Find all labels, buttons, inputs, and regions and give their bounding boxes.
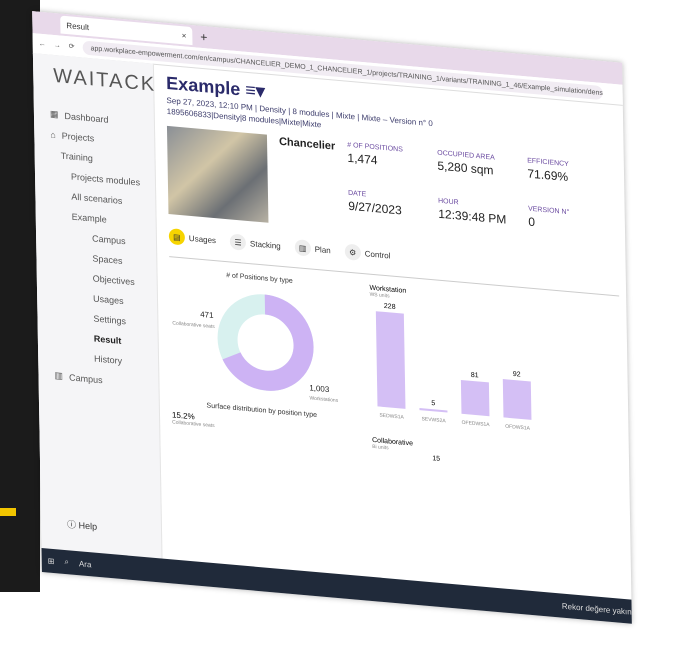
- sidebar-item-label: Spaces: [92, 253, 123, 267]
- campus-icon: ▥: [54, 370, 64, 381]
- donut-label-ws-value: 1,003: [309, 383, 330, 394]
- sidebar-item-label: History: [94, 353, 123, 367]
- bar-chart: Workstation WS units 228 SEDWS1A 5 SEVWS2A 8…: [369, 285, 552, 473]
- stat: DATE 9/27/2023: [348, 190, 439, 238]
- help-icon: ⓘ: [66, 519, 77, 531]
- bar-category-label: SEVWS2A: [422, 416, 447, 424]
- donut-label-collab-name: Collaborative seats: [172, 320, 215, 330]
- tab-label: Control: [364, 248, 391, 261]
- stat: HOUR 12:39:48 PM: [438, 198, 529, 246]
- tab-label: Usages: [188, 233, 217, 245]
- bar-value-label: 5: [431, 400, 435, 407]
- bar: [502, 379, 532, 420]
- forward-icon[interactable]: →: [54, 41, 61, 49]
- bar-category-label: SEDWS1A: [379, 413, 404, 421]
- dashboard-icon: ▦: [49, 108, 59, 120]
- donut-label-ws-name: Workstations: [309, 395, 338, 404]
- sidebar-item-label: Campus: [68, 371, 103, 385]
- new-tab-icon[interactable]: +: [200, 30, 207, 45]
- app: WAITACK ▦ Dashboard ⌂ Projects Training Pr…: [32, 53, 632, 600]
- donut-chart: # of Positions by type 471 Collaborative…: [169, 267, 352, 455]
- decor: [0, 508, 16, 516]
- back-icon[interactable]: ←: [39, 40, 46, 48]
- usages-icon: ▤: [168, 228, 186, 246]
- bar-value-label: 228: [384, 303, 396, 311]
- control-icon: ⚙: [344, 243, 361, 261]
- tab-title: Result: [66, 20, 90, 32]
- campus-name: Chancelier: [278, 135, 336, 153]
- stat: VERSION N° 0: [528, 206, 619, 254]
- bar-svg: 228 SEDWS1A 5 SEVWS2A 81 OFEDWS1A 92 OFDWS1A: [375, 303, 532, 432]
- plan-icon: ▥: [294, 239, 311, 257]
- sidebar-item-label: Projects: [61, 130, 95, 144]
- taskbar-status: Rekor değere yakın: [561, 601, 632, 617]
- sidebar-item-label: All scenarios: [71, 191, 123, 207]
- charts: # of Positions by type 471 Collaborative…: [169, 267, 622, 479]
- tab-stacking[interactable]: ☰ Stacking: [229, 233, 281, 253]
- logo: WAITACK: [53, 64, 157, 96]
- taskbar-search[interactable]: Ara: [79, 559, 92, 569]
- sidebar-nav: ▦ Dashboard ⌂ Projects Training Projects m…: [34, 102, 159, 395]
- sidebar: WAITACK ▦ Dashboard ⌂ Projects Training Pr…: [32, 53, 163, 559]
- browser-window: Result × + ← → ⟳ app.workplace-empowerme…: [32, 11, 632, 624]
- sidebar-item-label: Objectives: [92, 273, 135, 288]
- bar-category-label: OFEDWS1A: [462, 420, 491, 429]
- close-icon[interactable]: ×: [182, 31, 187, 40]
- bar-value-label: 92: [513, 371, 521, 379]
- sidebar-item-label: Result: [93, 333, 122, 346]
- help-button[interactable]: ⓘ Help: [67, 517, 97, 533]
- sidebar-item-label: Dashboard: [64, 110, 109, 125]
- windows-icon[interactable]: ⊞: [48, 556, 55, 566]
- page-title-text: Example: [166, 72, 241, 100]
- stat: # OF POSITIONS 1,474: [347, 142, 438, 190]
- campus-photo: [166, 125, 269, 223]
- bar: [460, 379, 490, 417]
- stat: OCCUPIED AREA 5,280 sqm: [437, 150, 528, 198]
- tab-usages[interactable]: ▤ Usages: [168, 228, 217, 248]
- tab-control[interactable]: ⚙ Control: [344, 243, 391, 263]
- bar: [375, 311, 406, 409]
- tab-plan[interactable]: ▥ Plan: [294, 239, 331, 258]
- screen: Result × + ← → ⟳ app.workplace-empowerme…: [20, 0, 675, 662]
- card-body: Chancelier: [279, 136, 337, 229]
- tab-label: Stacking: [249, 238, 281, 251]
- stats-grid: # OF POSITIONS 1,474 OCCUPIED AREA 5,280 s…: [347, 142, 618, 254]
- projects-icon: ⌂: [50, 129, 56, 141]
- tab-label: Plan: [314, 244, 331, 255]
- sidebar-item-label: Campus: [91, 233, 126, 247]
- stat: EFFICIENCY 71.69%: [527, 157, 618, 205]
- main: Example ≡▾ Sep 27, 2023, 12:10 PM | Dens…: [154, 64, 637, 600]
- reload-icon[interactable]: ⟳: [69, 42, 75, 51]
- search-icon[interactable]: ⌕: [64, 557, 69, 567]
- donut-svg: 471 Collaborative seats 1,003 Workstatio…: [172, 294, 339, 404]
- bar-value-label: 81: [471, 372, 479, 380]
- sidebar-item-label: Settings: [93, 313, 127, 327]
- bar-category-label: OFDWS1A: [505, 424, 530, 432]
- donut-label-collab-value: 471: [200, 310, 214, 320]
- sidebar-item-label: Projects modules: [70, 171, 141, 188]
- bar: [419, 407, 448, 413]
- stacking-icon: ☰: [229, 233, 247, 251]
- help-label: Help: [78, 520, 98, 532]
- menu-icon[interactable]: ≡▾: [245, 80, 265, 102]
- sidebar-item-label: Training: [60, 150, 93, 164]
- sidebar-item-label: Example: [71, 211, 107, 225]
- sidebar-item-label: Usages: [92, 293, 124, 307]
